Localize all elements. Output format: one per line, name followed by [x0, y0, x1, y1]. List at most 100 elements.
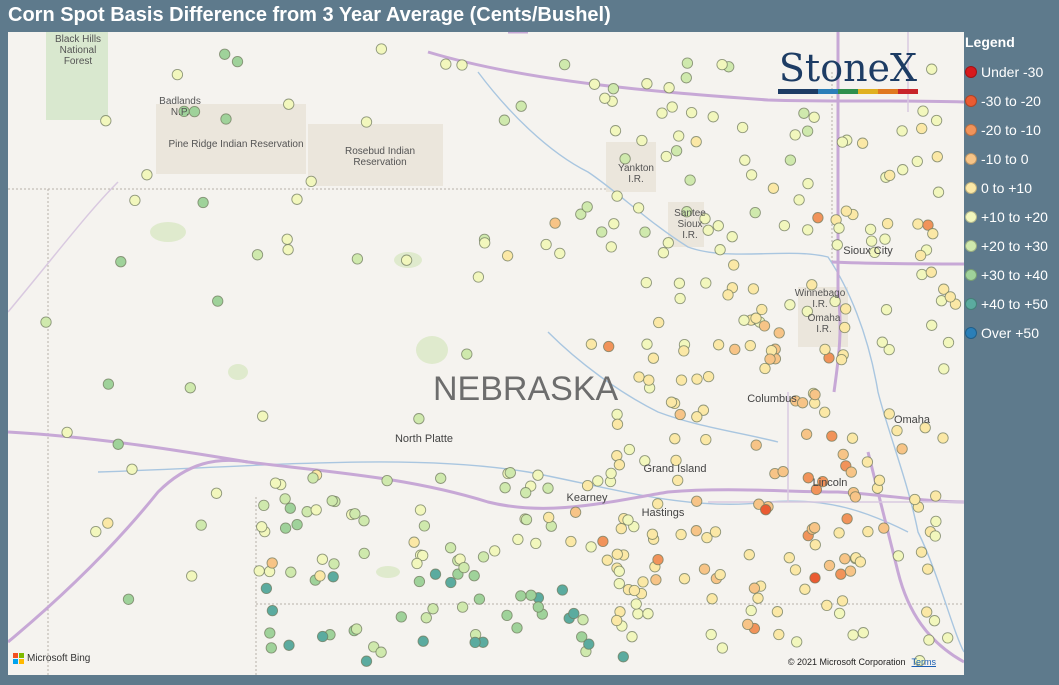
- basis-point-marker[interactable]: [461, 348, 473, 360]
- basis-point-marker[interactable]: [773, 628, 785, 641]
- basis-point-marker[interactable]: [61, 426, 73, 439]
- basis-point-marker[interactable]: [195, 519, 207, 531]
- basis-point-marker[interactable]: [549, 217, 561, 229]
- basis-point-marker[interactable]: [360, 655, 373, 667]
- basis-point-marker[interactable]: [684, 174, 696, 186]
- basis-point-marker[interactable]: [588, 78, 601, 90]
- basis-point-marker[interactable]: [498, 114, 511, 126]
- basis-point-marker[interactable]: [581, 201, 593, 213]
- basis-point-marker[interactable]: [747, 283, 760, 295]
- basis-point-marker[interactable]: [909, 493, 921, 506]
- basis-point-marker[interactable]: [674, 292, 686, 305]
- basis-point-marker[interactable]: [326, 495, 338, 507]
- basis-point-marker[interactable]: [892, 550, 905, 562]
- basis-point-marker[interactable]: [799, 583, 811, 595]
- basis-point-marker[interactable]: [611, 408, 623, 421]
- basis-point-marker[interactable]: [197, 196, 209, 209]
- basis-point-marker[interactable]: [670, 145, 683, 157]
- legend-item[interactable]: Under -30: [965, 57, 1059, 86]
- basis-point-marker[interactable]: [856, 137, 869, 149]
- basis-point-marker[interactable]: [928, 615, 941, 627]
- basis-point-marker[interactable]: [854, 556, 867, 568]
- basis-point-marker[interactable]: [314, 570, 326, 582]
- basis-point-marker[interactable]: [669, 433, 681, 445]
- basis-point-marker[interactable]: [210, 487, 223, 499]
- basis-point-marker[interactable]: [673, 130, 685, 142]
- basis-point-marker[interactable]: [628, 584, 641, 597]
- basis-point-marker[interactable]: [129, 194, 141, 207]
- basis-point-marker[interactable]: [744, 339, 756, 352]
- basis-point-marker[interactable]: [647, 352, 660, 364]
- basis-point-marker[interactable]: [777, 465, 789, 478]
- basis-point-marker[interactable]: [881, 217, 894, 230]
- basis-point-marker[interactable]: [660, 150, 672, 163]
- basis-point-marker[interactable]: [662, 237, 674, 249]
- basis-point-marker[interactable]: [251, 249, 264, 261]
- basis-point-marker[interactable]: [284, 502, 296, 514]
- basis-point-marker[interactable]: [690, 525, 702, 537]
- basis-point-marker[interactable]: [611, 614, 623, 627]
- basis-point-marker[interactable]: [709, 526, 722, 538]
- basis-point-marker[interactable]: [641, 78, 653, 90]
- basis-point-marker[interactable]: [691, 373, 703, 385]
- basis-point-marker[interactable]: [358, 515, 370, 527]
- basis-point-marker[interactable]: [839, 321, 851, 334]
- basis-point-marker[interactable]: [184, 382, 196, 394]
- basis-point-marker[interactable]: [597, 535, 609, 548]
- basis-point-marker[interactable]: [556, 584, 569, 596]
- terms-link[interactable]: Terms: [912, 657, 937, 667]
- basis-point-marker[interactable]: [846, 432, 859, 444]
- basis-point-marker[interactable]: [479, 237, 491, 249]
- basis-point-marker[interactable]: [126, 463, 138, 475]
- basis-point-marker[interactable]: [102, 378, 115, 390]
- basis-point-marker[interactable]: [760, 504, 772, 516]
- legend-item[interactable]: -20 to -10: [965, 115, 1059, 144]
- basis-point-marker[interactable]: [316, 553, 329, 565]
- basis-point-marker[interactable]: [707, 111, 719, 123]
- basis-point-marker[interactable]: [472, 271, 485, 283]
- basis-point-marker[interactable]: [310, 504, 322, 516]
- basis-point-marker[interactable]: [285, 566, 297, 578]
- basis-point-marker[interactable]: [375, 646, 387, 658]
- basis-point-marker[interactable]: [646, 528, 659, 540]
- basis-point-marker[interactable]: [929, 530, 941, 542]
- basis-point-marker[interactable]: [473, 593, 486, 605]
- basis-point-marker[interactable]: [279, 493, 291, 505]
- basis-point-marker[interactable]: [789, 129, 801, 141]
- basis-point-marker[interactable]: [643, 374, 655, 386]
- basis-point-marker[interactable]: [831, 239, 843, 251]
- basis-point-marker[interactable]: [742, 618, 754, 631]
- basis-point-marker[interactable]: [642, 608, 654, 620]
- basis-point-marker[interactable]: [611, 548, 623, 560]
- basis-point-marker[interactable]: [40, 316, 52, 328]
- basis-point-marker[interactable]: [253, 565, 265, 577]
- basis-point-marker[interactable]: [748, 582, 761, 594]
- basis-point-marker[interactable]: [266, 604, 279, 617]
- basis-point-marker[interactable]: [706, 593, 718, 605]
- basis-point-marker[interactable]: [938, 363, 950, 375]
- basis-point-marker[interactable]: [212, 295, 224, 307]
- basis-point-marker[interactable]: [784, 299, 796, 311]
- basis-point-marker[interactable]: [861, 456, 874, 468]
- basis-point-marker[interactable]: [414, 504, 427, 516]
- basis-point-marker[interactable]: [823, 559, 836, 572]
- basis-point-marker[interactable]: [666, 101, 678, 113]
- legend-item[interactable]: Over +50: [965, 318, 1059, 347]
- basis-point-marker[interactable]: [525, 589, 537, 601]
- basis-point-marker[interactable]: [264, 627, 276, 639]
- basis-point-marker[interactable]: [316, 630, 329, 643]
- basis-point-marker[interactable]: [540, 238, 552, 251]
- basis-point-marker[interactable]: [896, 443, 908, 455]
- basis-point-marker[interactable]: [565, 535, 577, 548]
- basis-point-marker[interactable]: [672, 474, 684, 487]
- basis-point-marker[interactable]: [736, 121, 749, 134]
- basis-point-marker[interactable]: [607, 83, 620, 95]
- basis-point-marker[interactable]: [585, 541, 597, 553]
- basis-point-marker[interactable]: [260, 582, 273, 595]
- basis-point-marker[interactable]: [652, 553, 664, 566]
- basis-point-marker[interactable]: [349, 508, 361, 520]
- basis-point-marker[interactable]: [756, 303, 768, 316]
- basis-point-marker[interactable]: [532, 601, 544, 613]
- basis-point-marker[interactable]: [585, 338, 598, 350]
- basis-point-marker[interactable]: [301, 506, 313, 518]
